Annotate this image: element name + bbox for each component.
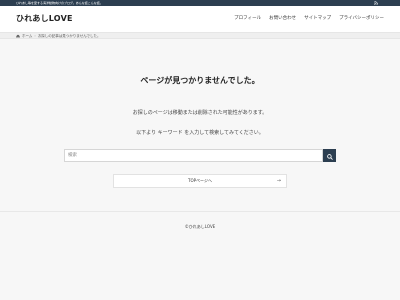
search-form (64, 149, 336, 162)
search-instruction: 以下より キーワード を入力して検索してみてください。 (136, 130, 264, 136)
top-page-button-label: TOPページへ (188, 178, 212, 183)
page-title: ページが見つかりませんでした。 (140, 76, 260, 85)
nav-item-sitemap[interactable]: サイトマップ (304, 15, 331, 21)
site-header: ひれあしLOVE プロフィール お問い合わせ サイトマップ プライバシーポリシー (0, 6, 400, 32)
top-page-button[interactable]: TOPページへ → (113, 174, 287, 188)
footer-divider (0, 211, 400, 212)
breadcrumb-home[interactable]: ホーム (22, 34, 32, 39)
global-nav: プロフィール お問い合わせ サイトマップ プライバシーポリシー (234, 15, 384, 21)
copyright: ©ひれあしLOVE (184, 224, 216, 229)
breadcrumb: ホーム › お探しの記事は見つかりませんでした。 (0, 32, 400, 39)
home-icon[interactable] (16, 34, 20, 38)
not-found-message: お探しのページは移動または削除された可能性があります。 (132, 110, 268, 116)
breadcrumb-current: お探しの記事は見つかりませんでした。 (37, 33, 101, 38)
nav-item-privacy-policy[interactable]: プライバシーポリシー (339, 15, 384, 21)
rss-icon[interactable] (374, 1, 378, 5)
breadcrumb-separator: › (34, 34, 36, 38)
search-button[interactable] (323, 149, 336, 162)
search-icon (326, 148, 333, 163)
search-icon[interactable] (384, 1, 388, 16)
nav-item-contact[interactable]: お問い合わせ (269, 15, 296, 21)
nav-item-profile[interactable]: プロフィール (234, 15, 261, 21)
site-title[interactable]: ひれあしLOVE (16, 13, 73, 24)
arrow-right-icon: → (276, 178, 281, 184)
main-content: ページが見つかりませんでした。 お探しのページは移動または削除された可能性があり… (0, 39, 400, 300)
search-input[interactable] (64, 149, 323, 162)
